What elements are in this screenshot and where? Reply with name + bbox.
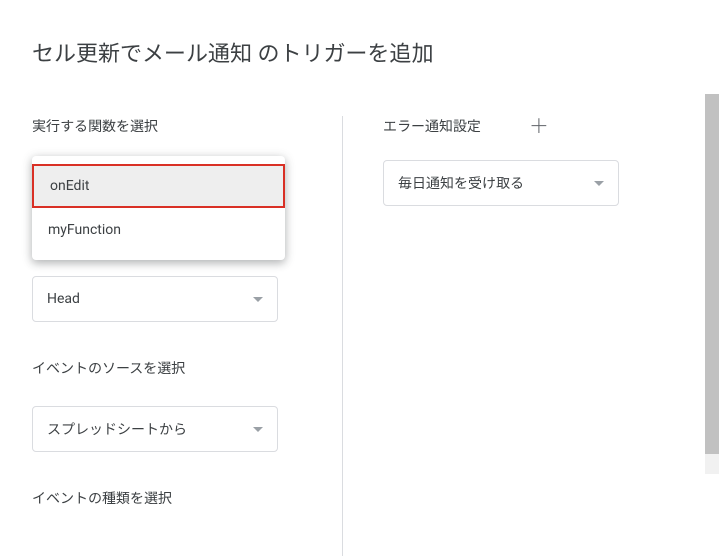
- chevron-down-icon: [253, 427, 263, 432]
- add-icon[interactable]: ＋: [529, 116, 549, 136]
- source-select-label: イベントのソースを選択: [32, 358, 278, 378]
- deploy-select[interactable]: Head: [32, 276, 278, 322]
- notify-select-value: 毎日通知を受け取る: [398, 173, 524, 193]
- scrollbar-track[interactable]: [705, 94, 719, 474]
- right-column: エラー通知設定 ＋ 毎日通知を受け取る: [383, 116, 719, 556]
- left-column: 実行する関数を選択 実行するデプロイを選択 Head イベントのソースを選択 ス…: [0, 116, 302, 556]
- scrollbar-thumb[interactable]: [705, 94, 719, 454]
- source-select[interactable]: スプレッドシートから: [32, 406, 278, 452]
- error-notify-label: エラー通知設定: [383, 116, 481, 136]
- source-select-value: スプレッドシートから: [47, 419, 187, 439]
- function-select-label: 実行する関数を選択: [32, 116, 278, 136]
- function-dropdown-menu[interactable]: onEdit myFunction: [32, 156, 285, 260]
- notify-select[interactable]: 毎日通知を受け取る: [383, 160, 619, 206]
- chevron-down-icon: [253, 297, 263, 302]
- column-divider: [342, 116, 343, 556]
- dropdown-option-onedit[interactable]: onEdit: [32, 164, 285, 208]
- page-title: セル更新でメール通知 のトリガーを追加: [0, 0, 719, 68]
- chevron-down-icon: [594, 181, 604, 186]
- type-select-label: イベントの種類を選択: [32, 488, 278, 508]
- dropdown-option-myfunction[interactable]: myFunction: [32, 208, 285, 252]
- deploy-select-value: Head: [47, 291, 80, 307]
